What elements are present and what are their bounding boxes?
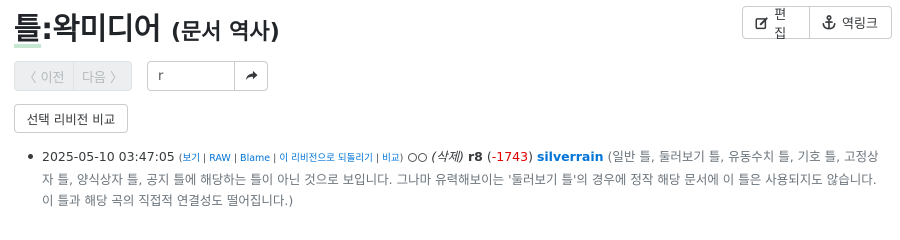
- share-arrow-icon: [245, 70, 258, 81]
- diff-link[interactable]: 비교: [382, 153, 399, 164]
- revision-links: (보기 | RAW | Blame | 이 리비전으로 되돌리기 | 비교): [178, 153, 404, 164]
- revision-jump-button[interactable]: [234, 61, 268, 91]
- anchor-icon: [822, 15, 836, 30]
- revert-link[interactable]: 이 리비전으로 되돌리기: [279, 153, 372, 164]
- backlinks-button-label: 역링크: [842, 17, 878, 32]
- page-subtitle: (문서 역사): [171, 20, 280, 45]
- page-title: 틀:왁미디어 (문서 역사): [14, 4, 280, 48]
- revision-number: r8: [468, 149, 483, 164]
- revision-action: (삭제): [431, 149, 465, 164]
- next-page-button[interactable]: 다음 〉: [74, 61, 132, 91]
- edit-square-icon: [755, 16, 768, 29]
- revision-jump: [147, 61, 268, 91]
- revision-delta: (-1743): [486, 149, 533, 164]
- view-link[interactable]: 보기: [182, 153, 199, 164]
- namespace-label: 틀: [14, 12, 42, 47]
- history-pagination: 〈 이전 다음 〉: [14, 61, 132, 91]
- edit-button-label: 편집: [774, 7, 787, 42]
- prev-page-button[interactable]: 〈 이전: [14, 61, 74, 91]
- delta-value: -1743: [491, 149, 529, 164]
- list-bullet: [28, 154, 33, 159]
- backlinks-button[interactable]: 역링크: [810, 6, 892, 39]
- revision-list: 2025-05-10 03:47:05 (보기 | RAW | Blame | …: [28, 146, 890, 211]
- compare-new-radio[interactable]: [418, 153, 428, 162]
- raw-link[interactable]: RAW: [209, 153, 231, 164]
- revision-jump-input[interactable]: [147, 61, 234, 91]
- compare-revisions-button[interactable]: 선택 리비전 비교: [14, 104, 128, 133]
- revision-item: 2025-05-10 03:47:05 (보기 | RAW | Blame | …: [28, 146, 890, 211]
- revision-date: 2025-05-10 03:47:05: [42, 149, 175, 164]
- revision-author-link[interactable]: silverrain: [537, 149, 604, 164]
- blame-link[interactable]: Blame: [240, 153, 270, 164]
- document-actions: 편집 역링크: [742, 6, 892, 42]
- compare-old-radio[interactable]: [408, 153, 418, 162]
- document-name: :왁미디어: [41, 12, 162, 47]
- edit-button[interactable]: 편집: [742, 6, 810, 42]
- document-title: 틀:왁미디어: [14, 4, 162, 48]
